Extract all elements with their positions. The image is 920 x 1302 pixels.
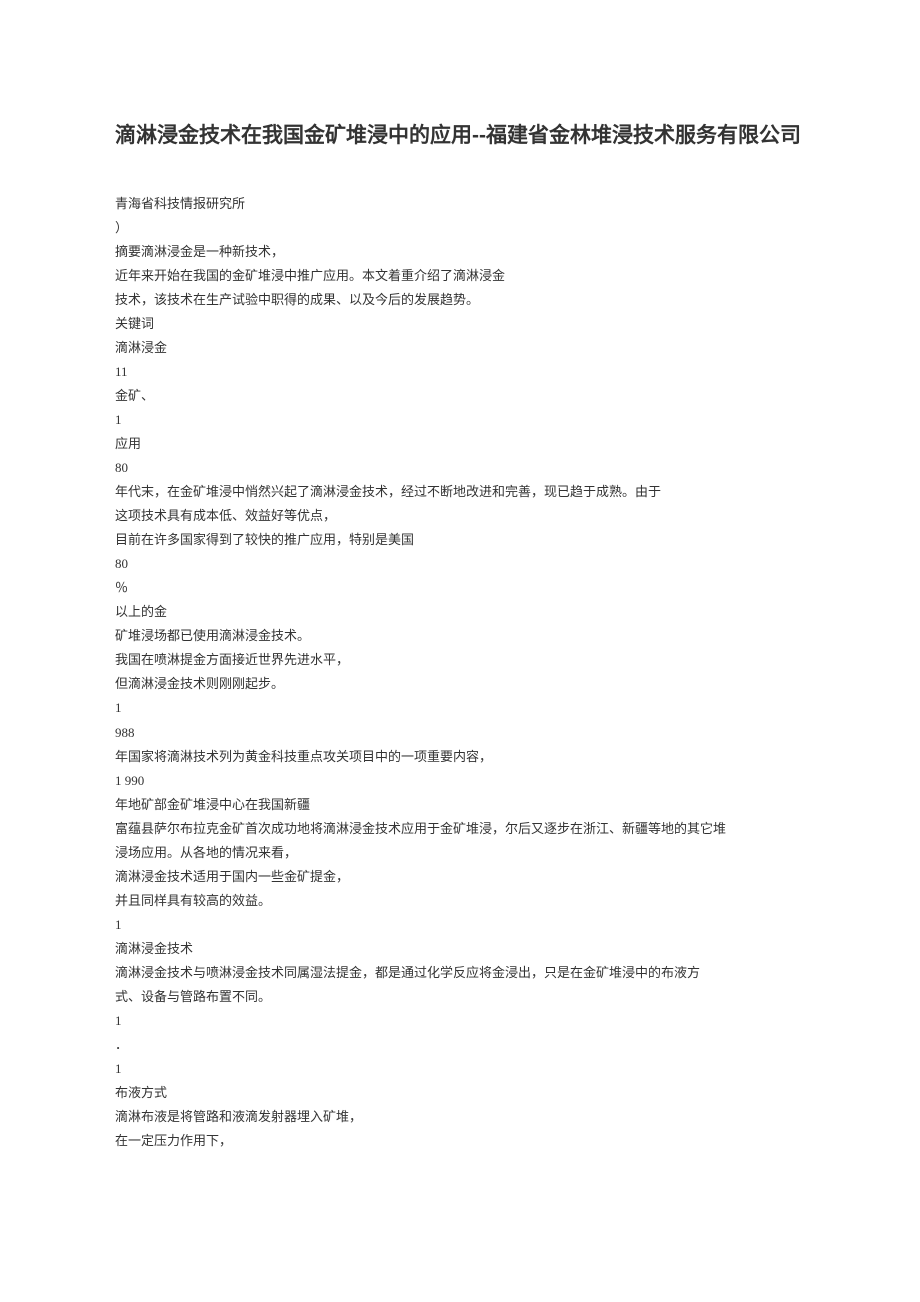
text-line: 布液方式 — [115, 1081, 805, 1105]
text-line: 以上的金 — [115, 600, 805, 624]
text-line: 我国在喷淋提金方面接近世界先进水平， — [115, 648, 805, 672]
text-line: 近年来开始在我国的金矿堆浸中推广应用。本文着重介绍了滴淋浸金 — [115, 264, 805, 288]
text-line: 1 — [115, 408, 805, 432]
document-title: 滴淋浸金技术在我国金矿堆浸中的应用--福建省金林堆浸技术服务有限公司 — [115, 120, 805, 152]
text-line: 滴淋浸金 — [115, 336, 805, 360]
text-line: 滴淋浸金技术适用于国内一些金矿提金， — [115, 865, 805, 889]
text-line: 但滴淋浸金技术则刚刚起步。 — [115, 672, 805, 696]
text-line: 1 — [115, 696, 805, 720]
text-line: ） — [115, 216, 805, 240]
text-line: 式、设备与管路布置不同。 — [115, 985, 805, 1009]
text-line: 目前在许多国家得到了较快的推广应用，特别是美国 — [115, 528, 805, 552]
text-line: 摘要滴淋浸金是一种新技术， — [115, 240, 805, 264]
text-line: 关键词 — [115, 312, 805, 336]
text-line: 1 — [115, 913, 805, 937]
text-line: 年国家将滴淋技术列为黄金科技重点攻关项目中的一项重要内容， — [115, 745, 805, 769]
text-line: 滴淋布液是将管路和液滴发射器埋入矿堆， — [115, 1105, 805, 1129]
text-line: 金矿、 — [115, 384, 805, 408]
text-line: ％ — [115, 576, 805, 600]
text-line: 浸场应用。从各地的情况来看， — [115, 841, 805, 865]
document-body: 青海省科技情报研究所 ） 摘要滴淋浸金是一种新技术， 近年来开始在我国的金矿堆浸… — [115, 192, 805, 1154]
text-line: 年代末，在金矿堆浸中悄然兴起了滴淋浸金技术，经过不断地改进和完善，现已趋于成熟。… — [115, 480, 805, 504]
text-line: ． — [115, 1033, 805, 1057]
text-line: 滴淋浸金技术与喷淋浸金技术同属湿法提金，都是通过化学反应将金浸出，只是在金矿堆浸… — [115, 961, 805, 985]
text-line: 1 — [115, 1009, 805, 1033]
text-line: 11 — [115, 360, 805, 384]
text-line: 矿堆浸场都已使用滴淋浸金技术。 — [115, 624, 805, 648]
text-line: 技术，该技术在生产试验中职得的成果、以及今后的发展趋势。 — [115, 288, 805, 312]
text-line: 1 990 — [115, 769, 805, 793]
text-line: 80 — [115, 456, 805, 480]
text-line: 988 — [115, 721, 805, 745]
text-line: 青海省科技情报研究所 — [115, 192, 805, 216]
text-line: 应用 — [115, 432, 805, 456]
text-line: 滴淋浸金技术 — [115, 937, 805, 961]
text-line: 并且同样具有较高的效益。 — [115, 889, 805, 913]
text-line: 年地矿部金矿堆浸中心在我国新疆 — [115, 793, 805, 817]
text-line: 在一定压力作用下， — [115, 1129, 805, 1153]
text-line: 1 — [115, 1057, 805, 1081]
text-line: 80 — [115, 552, 805, 576]
text-line: 富蕴县萨尔布拉克金矿首次成功地将滴淋浸金技术应用于金矿堆浸，尔后又逐步在浙江、新… — [115, 817, 805, 841]
text-line: 这项技术具有成本低、效益好等优点， — [115, 504, 805, 528]
